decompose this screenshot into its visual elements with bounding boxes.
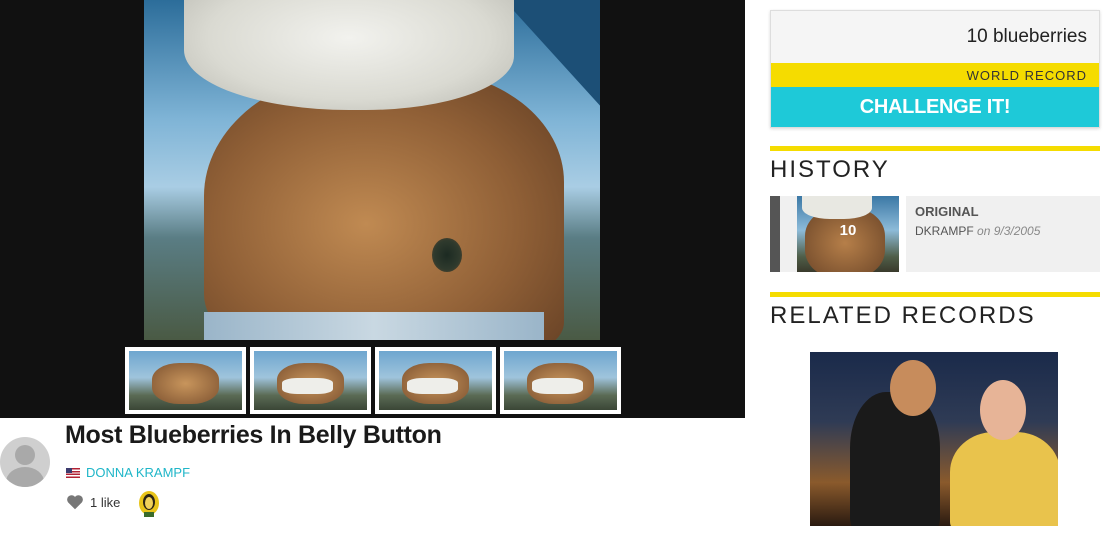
photo-jeans-shape	[204, 312, 544, 340]
photo-thumbnail[interactable]	[375, 347, 496, 414]
photo-thumbnail[interactable]	[250, 347, 371, 414]
world-record-badge: WORLD RECORD	[771, 63, 1099, 87]
history-divider	[770, 146, 1100, 151]
likes: 1 like	[66, 494, 120, 510]
liker-avatar-icon[interactable]	[137, 490, 161, 518]
us-flag-icon	[66, 467, 80, 478]
photo-belly-shape	[204, 70, 564, 340]
record-value: 10 blueberries	[771, 11, 1099, 63]
likes-count: 1 like	[90, 494, 121, 510]
history-count: 10	[839, 222, 857, 239]
photo-tent-shape	[504, 0, 600, 110]
history-date: on 9/3/2005	[977, 224, 1041, 238]
media-viewer	[0, 0, 745, 418]
photo-thumbnails	[125, 347, 621, 414]
record-holder: DONNA KRAMPF	[66, 465, 190, 480]
heart-icon[interactable]	[66, 494, 84, 510]
history-meta: DKRAMPF on 9/3/2005	[915, 224, 1040, 238]
related-divider	[770, 292, 1100, 297]
history-item[interactable]: 10 ORIGINAL DKRAMPF on 9/3/2005	[770, 196, 1100, 272]
user-avatar-icon[interactable]	[0, 437, 50, 487]
history-thumbnail[interactable]: 10	[797, 196, 899, 272]
photo-thumbnail[interactable]	[125, 347, 246, 414]
holder-name-link[interactable]: DONNA KRAMPF	[86, 465, 190, 480]
record-title: Most Blueberries In Belly Button	[65, 421, 442, 449]
history-heading: HISTORY	[770, 156, 890, 183]
photo-thumbnail[interactable]	[500, 347, 621, 414]
photo-navel-shape	[432, 238, 462, 272]
history-marker	[770, 196, 780, 272]
related-record-photo[interactable]	[810, 352, 1058, 526]
history-label: ORIGINAL	[915, 204, 979, 219]
related-heading: RELATED RECORDS	[770, 302, 1036, 329]
main-record-photo[interactable]	[144, 0, 600, 340]
record-summary-box: 10 blueberries WORLD RECORD CHALLENGE IT…	[770, 10, 1100, 128]
history-user[interactable]: DKRAMPF	[915, 224, 977, 238]
photo-shirt-shape	[184, 0, 514, 110]
challenge-button[interactable]: CHALLENGE IT!	[771, 87, 1099, 127]
